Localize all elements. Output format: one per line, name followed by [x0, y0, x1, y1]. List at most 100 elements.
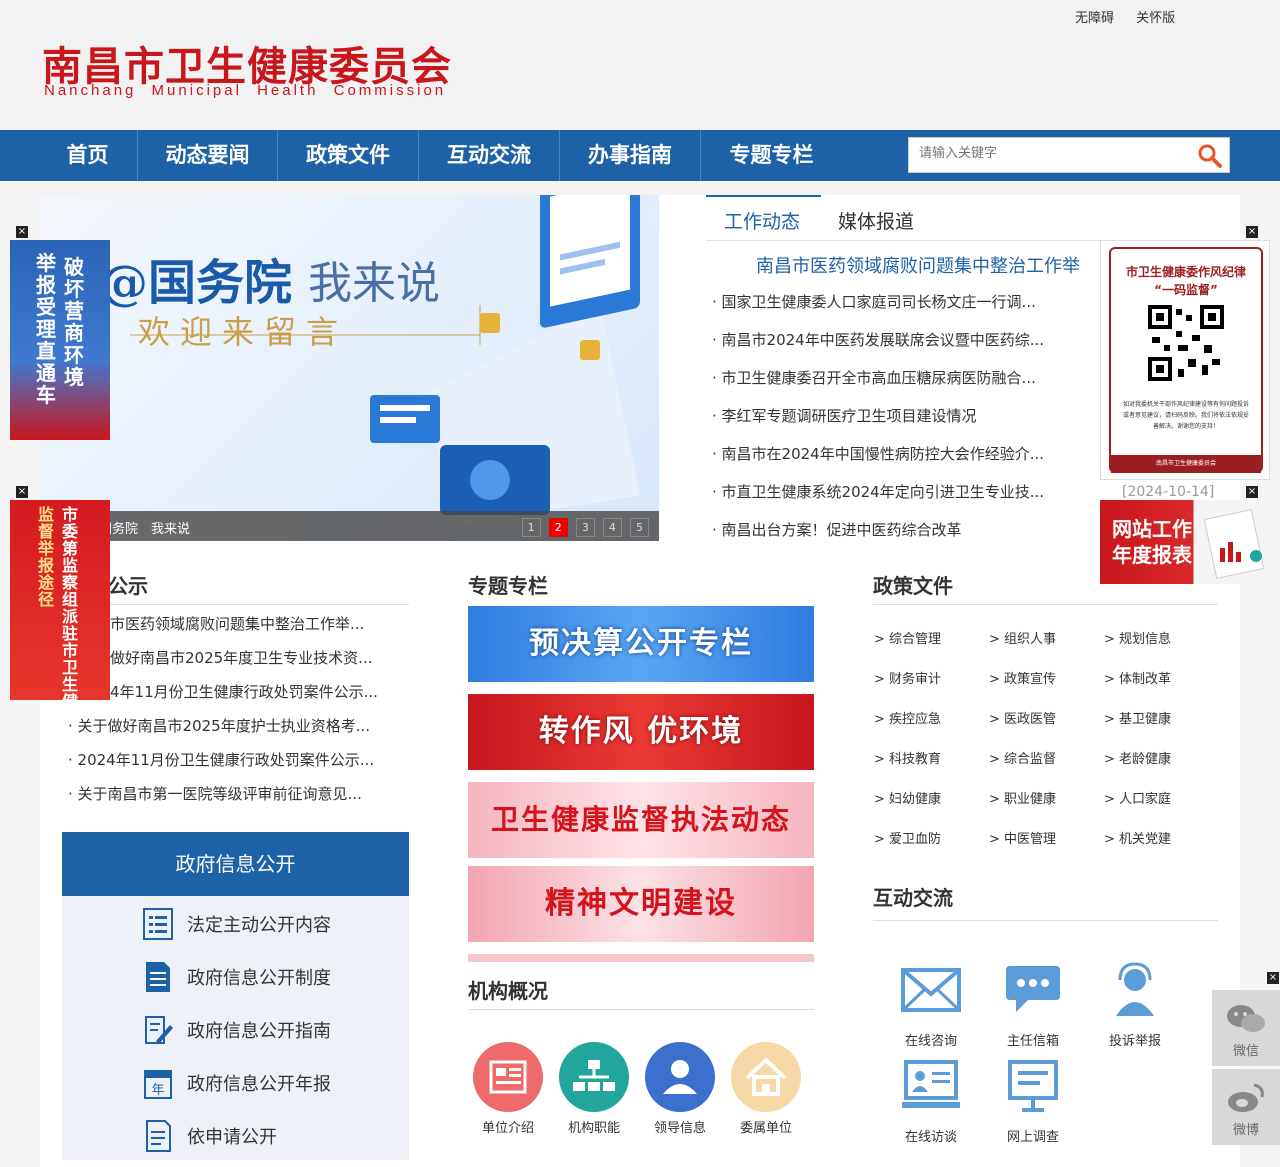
policy-item[interactable]: > 人口家庭: [1104, 788, 1171, 807]
news-headline[interactable]: 南昌市医药领域腐败问题集中整治工作举: [756, 252, 1106, 278]
document-icon: [146, 962, 170, 992]
tab-work-news[interactable]: 工作动态: [724, 207, 800, 234]
list-item[interactable]: · 关于南昌市第一医院等级评审前征询意见...: [68, 782, 413, 816]
list-item[interactable]: · 市卫生健康委召开全市高血压糖尿病医防融合...: [712, 366, 1072, 404]
tab-media-reports[interactable]: 媒体报道: [838, 207, 914, 234]
nav-topics[interactable]: 专题专栏: [701, 130, 842, 181]
policy-item[interactable]: > 中医管理: [989, 828, 1056, 847]
nav-policy[interactable]: 政策文件: [278, 130, 419, 181]
topic-style-banner[interactable]: 转作风 优环境: [468, 694, 814, 770]
news-tabs: 工作动态 媒体报道: [706, 195, 1218, 241]
gov-info-title[interactable]: 政府信息公开: [62, 832, 409, 896]
list-item[interactable]: · 南昌市2024年中医药发展联席会议暨中医药综...: [712, 328, 1072, 366]
header: 无障碍 关怀版 南昌市卫生健康委员会 Nanchang Municipal He…: [0, 0, 1280, 130]
close-icon[interactable]: ×: [16, 486, 28, 498]
topic-budget-banner[interactable]: 预决算公开专栏: [468, 606, 814, 682]
weibo-button[interactable]: 微博: [1212, 1069, 1280, 1145]
mail-icon: [901, 968, 961, 1012]
accessibility-link[interactable]: 无障碍: [1075, 11, 1114, 26]
online-interview[interactable]: 在线访谈: [886, 1058, 976, 1145]
policy-item[interactable]: > 政策宣传: [989, 668, 1056, 687]
care-mode-link[interactable]: 关怀版: [1136, 11, 1175, 26]
topics-title: 专题专栏: [468, 574, 548, 598]
policy-item[interactable]: > 疾控应急: [874, 708, 941, 727]
qr-description: 如对我委机关干部作风纪律建设等有何问题投诉或者意见建议，请扫码反映。我们将依法依…: [1122, 401, 1249, 430]
float-qr-supervision[interactable]: 市卫生健康委作风纪律 “一码监督” 如对我委机关干部作风纪律建设等有何问题投诉或…: [1100, 240, 1270, 480]
gov-info-item[interactable]: 政府信息公开制度: [142, 956, 402, 996]
home-icon[interactable]: [731, 1042, 801, 1112]
nav-home[interactable]: 首页: [38, 130, 138, 181]
gov-info-item[interactable]: 年 政府信息公开年报: [142, 1062, 402, 1102]
calendar-icon: 年: [144, 1070, 172, 1099]
banner-carousel[interactable]: @国务院 我来说 欢迎来留言 @国务院 我来说 1 2 3 4 5: [40, 195, 659, 541]
director-mailbox[interactable]: 主任信箱: [988, 962, 1078, 1049]
qr-footer: 南昌市卫生健康委员会: [1111, 455, 1261, 473]
policy-item[interactable]: > 科技教育: [874, 748, 941, 767]
gov-info-item[interactable]: 法定主动公开内容: [142, 903, 402, 943]
newspaper-icon[interactable]: [473, 1042, 543, 1112]
topic-civilization-banner[interactable]: 精神文明建设: [468, 866, 814, 942]
wechat-button[interactable]: 微信: [1212, 990, 1280, 1066]
close-icon[interactable]: ×: [16, 226, 28, 238]
nav-guide[interactable]: 办事指南: [560, 130, 701, 181]
policy-item[interactable]: > 医政医管: [989, 708, 1056, 727]
org-label[interactable]: 机构职能: [554, 1117, 634, 1136]
policy-item[interactable]: > 基卫健康: [1104, 708, 1171, 727]
gov-info-item[interactable]: 政府信息公开指南: [142, 1009, 402, 1049]
gov-info-item[interactable]: 依申请公开: [142, 1115, 402, 1155]
search-icon[interactable]: [1197, 143, 1223, 169]
policy-item[interactable]: > 机关党建: [1104, 828, 1171, 847]
apply-form-icon: [146, 1120, 171, 1152]
org-chart-icon[interactable]: [559, 1042, 629, 1112]
policy-item[interactable]: > 综合管理: [874, 628, 941, 647]
weibo-icon: [1228, 1083, 1264, 1112]
float-banner-supervision[interactable]: 市委第监察组派驻市卫生健康委 监督举报途径: [10, 500, 110, 700]
list-item[interactable]: · 南昌市在2024年中国慢性病防控大会作经验介...: [712, 442, 1072, 480]
list-item[interactable]: · 国家卫生健康委人口家庭司司长杨文庄一行调...: [712, 290, 1072, 328]
banner-page-1[interactable]: 1: [521, 518, 541, 537]
nav-news[interactable]: 动态要闻: [138, 130, 278, 181]
float-annual-report[interactable]: 网站工作年度报表: [1100, 500, 1270, 584]
org-label[interactable]: 单位介绍: [468, 1117, 548, 1136]
topic-supervision-banner[interactable]: 卫生健康监督执法动态: [468, 782, 814, 858]
policy-item[interactable]: > 爱卫血防: [874, 828, 941, 847]
list-item[interactable]: 市医药领域腐败问题集中整治工作举...: [68, 612, 413, 646]
close-icon[interactable]: ×: [1246, 226, 1258, 238]
online-consult[interactable]: 在线咨询: [886, 962, 976, 1049]
topics-bottom-strip: [468, 954, 814, 962]
nav-interaction[interactable]: 互动交流: [419, 130, 560, 181]
org-label[interactable]: 领导信息: [640, 1117, 720, 1136]
float-banner-business-env[interactable]: 破坏营商环境 举报受理直通车: [10, 240, 110, 440]
complaint-report[interactable]: 投诉举报: [1090, 962, 1180, 1049]
banner-page-4[interactable]: 4: [602, 518, 622, 537]
news-date: [2024-10-14]: [1122, 484, 1215, 500]
policy-item[interactable]: > 职业健康: [989, 788, 1056, 807]
qr-title: 市卫生健康委作风纪律: [1125, 265, 1246, 279]
banner-page-5[interactable]: 5: [630, 518, 649, 537]
list-item[interactable]: · 2024年11月份卫生健康行政处罚案件公示...: [68, 748, 413, 782]
list-item[interactable]: · 南昌出台方案！促进中医药综合改革: [712, 518, 1072, 556]
list-item[interactable]: 做好南昌市2025年度卫生专业技术资...: [68, 646, 413, 680]
list-item[interactable]: 4年11月份卫生健康行政处罚案件公示...: [68, 680, 413, 714]
site-logo-subtitle: Nanchang Municipal Health Commission: [44, 82, 447, 99]
policy-item[interactable]: > 老龄健康: [1104, 748, 1171, 767]
policy-title: 政策文件: [873, 574, 953, 598]
list-item[interactable]: · 李红军专题调研医疗卫生项目建设情况: [712, 404, 1072, 442]
close-icon[interactable]: ×: [1267, 972, 1279, 984]
list-item[interactable]: · 关于做好南昌市2025年度护士执业资格考...: [68, 714, 413, 748]
online-survey[interactable]: 网上调查: [988, 1058, 1078, 1145]
list-item[interactable]: · 市直卫生健康系统2024年定向引进卫生专业技...: [712, 480, 1072, 518]
policy-item[interactable]: > 体制改革: [1104, 668, 1171, 687]
computer-interview-icon: [902, 1060, 960, 1108]
close-icon[interactable]: ×: [1246, 486, 1258, 498]
policy-item[interactable]: > 综合监督: [989, 748, 1056, 767]
policy-item[interactable]: > 妇幼健康: [874, 788, 941, 807]
policy-item[interactable]: > 组织人事: [989, 628, 1056, 647]
leader-icon[interactable]: [645, 1042, 715, 1112]
search-input[interactable]: [919, 146, 1189, 161]
banner-page-2[interactable]: 2: [548, 518, 568, 537]
banner-page-3[interactable]: 3: [575, 518, 595, 537]
policy-item[interactable]: > 规划信息: [1104, 628, 1171, 647]
org-label[interactable]: 委属单位: [726, 1117, 806, 1136]
policy-item[interactable]: > 财务审计: [874, 668, 941, 687]
